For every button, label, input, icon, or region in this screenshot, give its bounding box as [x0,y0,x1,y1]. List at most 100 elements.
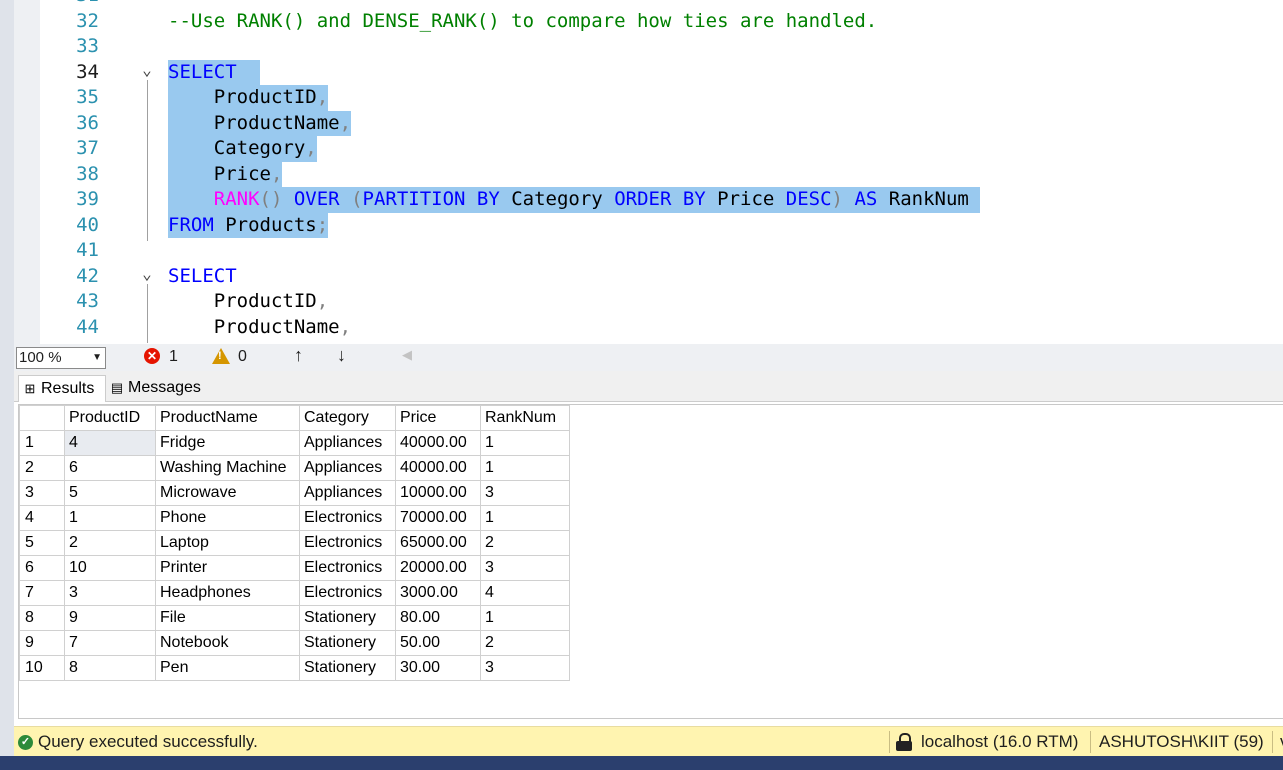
warning-icon[interactable]: ! [212,348,230,364]
code-line[interactable]: 39 RANK() OVER (PARTITION BY Category OR… [0,187,1283,213]
row-number[interactable]: 9 [19,630,65,656]
column-header[interactable]: ProductName [155,405,300,431]
row-number[interactable]: 10 [19,655,65,681]
table-row[interactable]: 4 1 Phone Electronics 70000.00 1 [19,505,570,531]
code-line[interactable]: 42 ⌄ SELECT [0,264,1283,290]
table-cell[interactable]: 3 [480,480,570,506]
row-number[interactable]: 7 [19,580,65,606]
error-icon[interactable]: ✕ [144,348,160,364]
table-cell[interactable]: Pen [155,655,300,681]
table-row[interactable]: 9 7 Notebook Stationery 50.00 2 [19,630,570,656]
table-cell[interactable]: Microwave [155,480,300,506]
table-cell[interactable]: 65000.00 [395,530,481,556]
table-cell[interactable]: 70000.00 [395,505,481,531]
table-cell[interactable]: 40000.00 [395,430,481,456]
table-cell[interactable]: 5 [64,480,156,506]
table-cell[interactable]: Appliances [299,480,396,506]
table-cell[interactable]: 3000.00 [395,580,481,606]
table-cell[interactable]: Electronics [299,505,396,531]
table-cell[interactable]: Electronics [299,530,396,556]
corner-header[interactable] [19,405,65,431]
table-cell[interactable]: 7 [64,630,156,656]
table-cell[interactable]: Laptop [155,530,300,556]
scroll-left-icon[interactable]: ◀ [402,347,412,363]
code-line[interactable]: 43 ProductID, [0,289,1283,315]
table-cell[interactable]: 50.00 [395,630,481,656]
table-cell[interactable]: Appliances [299,455,396,481]
column-header[interactable]: ProductID [64,405,156,431]
code-line[interactable]: 34 ⌄ SELECT [0,57,1283,85]
tab-messages[interactable]: ▤ Messages [106,375,210,401]
table-row[interactable]: 7 3 Headphones Electronics 3000.00 4 [19,580,570,606]
row-number[interactable]: 1 [19,430,65,456]
table-cell[interactable]: Phone [155,505,300,531]
table-cell[interactable]: 2 [480,630,570,656]
code-line[interactable]: 37 Category, [0,136,1283,162]
column-header[interactable]: Price [395,405,481,431]
table-cell[interactable]: 40000.00 [395,455,481,481]
table-row[interactable]: 3 5 Microwave Appliances 10000.00 3 [19,480,570,506]
table-cell[interactable]: Headphones [155,580,300,606]
code-line[interactable]: 36 ProductName, [0,110,1283,136]
fold-chevron-icon[interactable]: ⌄ [138,57,156,83]
row-number[interactable]: 6 [19,555,65,581]
code-line[interactable]: 31 [0,0,1283,9]
table-cell[interactable]: 30.00 [395,655,481,681]
table-cell[interactable]: Appliances [299,430,396,456]
zoom-dropdown[interactable]: 100 % ▼ [16,347,106,369]
table-cell[interactable]: 1 [64,505,156,531]
table-row[interactable]: 6 10 Printer Electronics 20000.00 3 [19,555,570,581]
table-cell[interactable]: 20000.00 [395,555,481,581]
table-cell[interactable]: 4 [480,580,570,606]
table-cell[interactable]: 2 [480,530,570,556]
results-grid[interactable]: ProductID ProductName Category Price Ran… [18,404,1283,719]
fold-chevron-icon[interactable]: ⌄ [138,261,156,287]
table-cell[interactable]: 10 [64,555,156,581]
table-cell[interactable]: 80.00 [395,605,481,631]
table-row[interactable]: 10 8 Pen Stationery 30.00 3 [19,655,570,681]
table-cell[interactable]: Fridge [155,430,300,456]
table-cell[interactable]: 10000.00 [395,480,481,506]
code-line[interactable]: 41 [0,238,1283,264]
table-cell[interactable]: 1 [480,430,570,456]
table-cell[interactable]: File [155,605,300,631]
table-cell[interactable]: Printer [155,555,300,581]
tab-results[interactable]: ⊞ Results [18,375,106,402]
table-cell[interactable]: Stationery [299,605,396,631]
code-line[interactable]: 44 ProductName, [0,315,1283,341]
error-count[interactable]: 1 [169,348,178,366]
row-number[interactable]: 3 [19,480,65,506]
table-cell[interactable]: 3 [64,580,156,606]
column-header[interactable]: RankNum [480,405,570,431]
table-cell[interactable]: Washing Machine [155,455,300,481]
table-cell[interactable]: 9 [64,605,156,631]
table-cell[interactable]: 8 [64,655,156,681]
table-row[interactable]: 2 6 Washing Machine Appliances 40000.00 1 [19,455,570,481]
code-line[interactable]: 32 --Use RANK() and DENSE_RANK() to compa… [0,9,1283,35]
table-row[interactable]: 8 9 File Stationery 80.00 1 [19,605,570,631]
table-row[interactable]: 1 4 Fridge Appliances 40000.00 1 [19,430,570,456]
table-cell[interactable]: 1 [480,455,570,481]
code-line[interactable]: 40 FROM Products; [0,212,1283,238]
code-line[interactable]: 35 ProductID, [0,85,1283,111]
table-cell[interactable]: 6 [64,455,156,481]
row-number[interactable]: 2 [19,455,65,481]
column-header[interactable]: Category [299,405,396,431]
table-cell[interactable]: 1 [480,605,570,631]
table-cell[interactable]: 4 [64,430,156,456]
table-cell[interactable]: 3 [480,555,570,581]
table-cell[interactable]: 2 [64,530,156,556]
table-cell[interactable]: Stationery [299,655,396,681]
next-issue-arrow-icon[interactable]: ↓ [337,345,346,366]
code-line[interactable]: 38 Price, [0,161,1283,187]
table-cell[interactable]: Electronics [299,555,396,581]
row-number[interactable]: 5 [19,530,65,556]
previous-issue-arrow-icon[interactable]: ↑ [294,345,303,366]
query-editor[interactable]: 3132 --Use RANK() and DENSE_RANK() to com… [0,0,1283,344]
table-cell[interactable]: Notebook [155,630,300,656]
table-cell[interactable]: Stationery [299,630,396,656]
table-row[interactable]: 5 2 Laptop Electronics 65000.00 2 [19,530,570,556]
table-cell[interactable]: Electronics [299,580,396,606]
row-number[interactable]: 4 [19,505,65,531]
row-number[interactable]: 8 [19,605,65,631]
